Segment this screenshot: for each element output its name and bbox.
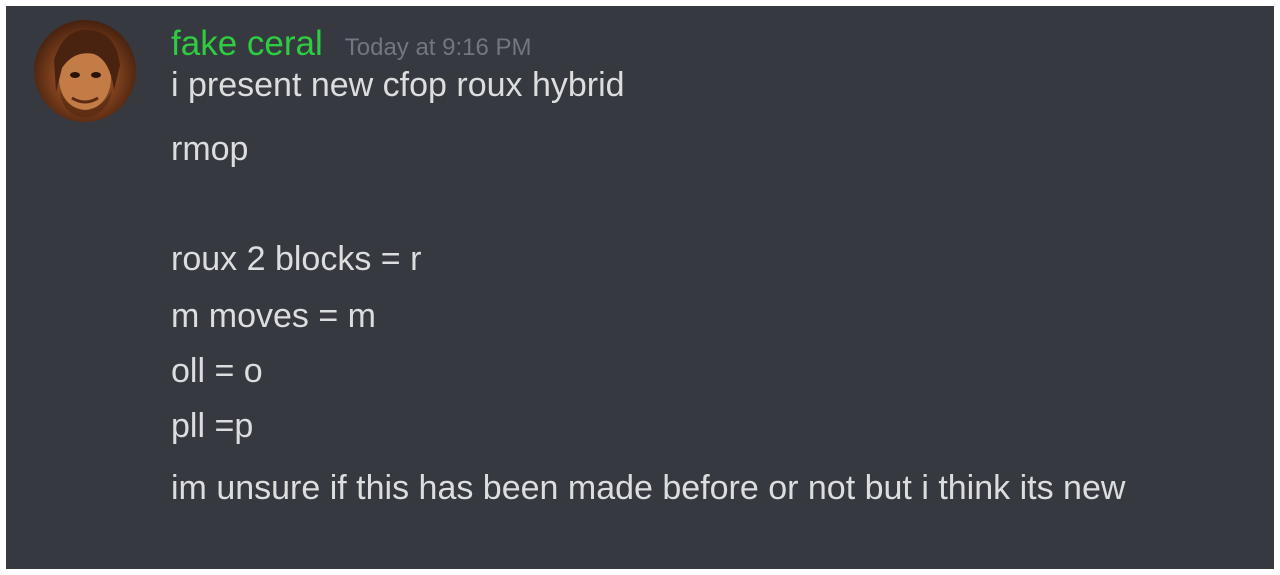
message-line: m moves = m [171, 297, 376, 335]
user-avatar[interactable] [34, 20, 136, 122]
username[interactable]: fake ceral [171, 24, 323, 64]
message-line: roux 2 blocks = r [171, 240, 422, 278]
message-header: fake ceral Today at 9:16 PM [171, 24, 1254, 64]
message-line: pll =p [171, 407, 254, 445]
avatar-portrait-image [54, 29, 120, 118]
timestamp[interactable]: Today at 9:16 PM [345, 28, 532, 68]
message-line: rmop [171, 130, 249, 168]
chat-message-panel: fake ceral Today at 9:16 PM i present ne… [6, 6, 1274, 569]
message-line: im unsure if this has been made before o… [171, 469, 1126, 507]
message-line: oll = o [171, 352, 263, 390]
message-body: fake ceral Today at 9:16 PM i present ne… [171, 24, 1254, 508]
message-line: i present new cfop roux hybrid [171, 66, 625, 104]
